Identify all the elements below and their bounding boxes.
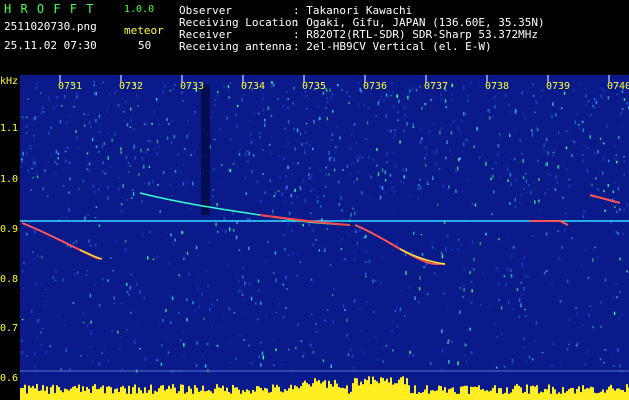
time-tick-label: 0731 bbox=[58, 81, 82, 92]
app-title: H R O F F T bbox=[4, 2, 95, 16]
y-tick-label: 0.8 bbox=[0, 274, 19, 285]
info-label-antenna: Receiving antenna bbox=[179, 40, 292, 53]
time-tick-label: 0738 bbox=[485, 81, 509, 92]
y-tick-label: 1.0 bbox=[0, 174, 19, 185]
meteor-label: meteor bbox=[124, 24, 164, 37]
y-tick-label: 0.6 bbox=[0, 373, 19, 384]
file-name: 2511020730.png bbox=[4, 20, 97, 33]
time-tick-label: 0735 bbox=[302, 81, 326, 92]
spectrogram-plot: 0731 0732 0733 0734 0735 0736 0737 0738 0739 0740 bbox=[20, 75, 629, 400]
y-tick-label: 0.9 bbox=[0, 224, 19, 235]
time-tick-label: 0733 bbox=[180, 81, 204, 92]
info-value-antenna: : 2el-HB9CV Vertical (el. E-W) bbox=[293, 40, 492, 53]
time-tick-label: 0732 bbox=[119, 81, 143, 92]
time-tick-label: 0737 bbox=[424, 81, 448, 92]
datetime: 25.11.02 07:30 bbox=[4, 39, 97, 52]
header-panel: H R O F F T 1.0.0 2511020730.png meteor … bbox=[0, 0, 629, 75]
y-tick-label: 1.1 bbox=[0, 123, 19, 134]
time-tick-label: 0736 bbox=[363, 81, 387, 92]
meteor-count: 50 bbox=[138, 39, 152, 52]
y-tick-label: 0.7 bbox=[0, 323, 19, 334]
y-unit-label: kHz bbox=[0, 76, 19, 87]
time-tick-label: 0739 bbox=[546, 81, 570, 92]
app-version: 1.0.0 bbox=[124, 4, 155, 15]
time-tick-label: 0734 bbox=[241, 81, 265, 92]
signal-dropout-band bbox=[201, 85, 210, 215]
spectrogram-background bbox=[20, 75, 629, 400]
spectrogram-canvas: 0731 0732 0733 0734 0735 0736 0737 0738 0739 0740 bbox=[20, 75, 629, 400]
time-tick-label: 0740 bbox=[607, 81, 629, 92]
